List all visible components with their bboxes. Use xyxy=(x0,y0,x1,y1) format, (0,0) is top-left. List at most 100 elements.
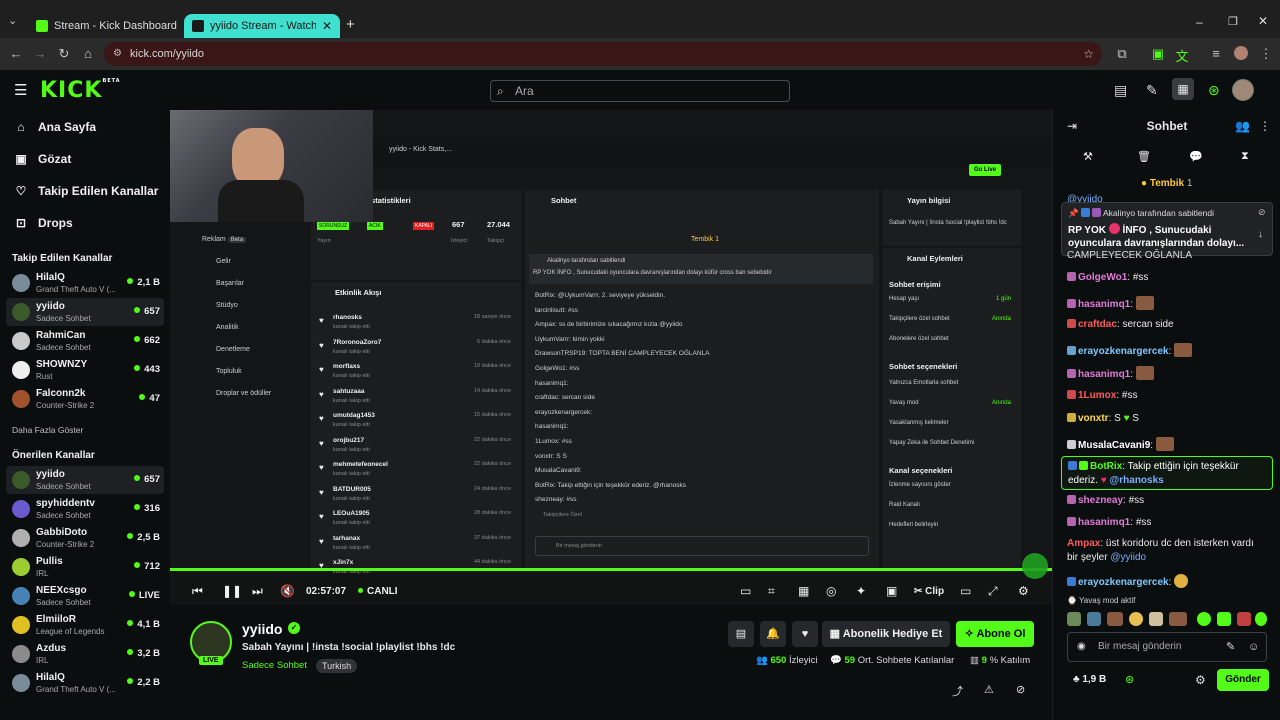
chat-username[interactable]: hasanimq1 xyxy=(1078,517,1130,528)
timer-icon[interactable]: ⧗ xyxy=(1241,150,1249,163)
chat-username[interactable]: hasanimq1 xyxy=(1078,299,1130,310)
stats-icon[interactable]: ▦ xyxy=(798,584,809,598)
extensions-icon[interactable]: ⧉ xyxy=(1114,46,1130,62)
miniplayer-icon[interactable]: ▣ xyxy=(886,584,897,598)
emote-icon[interactable] xyxy=(1087,612,1101,626)
sidebar-channel-yyiido[interactable]: yyiido Sadece Sohbet 657 xyxy=(6,298,164,326)
forward-icon[interactable]: → xyxy=(32,46,48,61)
bot-username[interactable]: BotRix xyxy=(1090,461,1122,472)
sync-icon[interactable]: ◎ xyxy=(826,584,836,598)
video-progress-bar[interactable] xyxy=(170,568,1052,571)
camera-icon[interactable]: ▭ xyxy=(740,584,751,598)
close-window-icon[interactable]: ✕ xyxy=(1258,14,1268,28)
user-avatar[interactable] xyxy=(1232,79,1254,101)
sidebar-channel-rahmican[interactable]: RahmiCan Sadece Sohbet 662 xyxy=(6,327,164,355)
kick-coin-icon[interactable]: ⊛ xyxy=(1208,82,1220,99)
chat-bubble-icon[interactable]: 💬 xyxy=(1189,150,1203,163)
chat-username[interactable]: hasanimq1 xyxy=(1078,369,1130,380)
expand-pinned-icon[interactable]: ↓ xyxy=(1258,229,1263,240)
sidebar-channel-gabbidoto[interactable]: GabbiDoto Counter-Strike 2 2,5 B xyxy=(6,524,164,552)
share-icon[interactable]: ⤴ xyxy=(952,683,963,699)
nav-drops[interactable]: ⊡ Drops xyxy=(14,216,73,230)
forward-icon[interactable]: ⏭ xyxy=(252,584,263,599)
sidebar-channel-azdus[interactable]: Azdus IRL 3,2 B xyxy=(6,640,164,668)
sidebar-channel-elmiilor[interactable]: ElmiiloR League of Legends 4,1 B xyxy=(6,611,164,639)
restore-icon[interactable]: ❐ xyxy=(1228,15,1238,28)
rewind-icon[interactable]: ⏮ xyxy=(192,584,203,599)
follow-heart-icon[interactable]: ♥ xyxy=(792,621,818,647)
emote-icon[interactable] xyxy=(1217,612,1231,626)
mod-hammer-icon[interactable]: ⚒ xyxy=(1083,150,1093,163)
creator-icon[interactable]: ✎ xyxy=(1146,82,1158,99)
dashboard-icon[interactable]: ▤ xyxy=(1114,82,1127,99)
chat-username[interactable]: shezneay xyxy=(1078,495,1123,506)
kick-logo[interactable]: KICKBETA xyxy=(40,78,121,103)
site-info-icon[interactable]: ⚙ xyxy=(113,42,122,66)
search-input[interactable]: ⌕ Ara xyxy=(490,80,790,102)
emote-icon[interactable] xyxy=(1107,612,1123,626)
tab-yyiido-stream[interactable]: yyiido Stream - Watch Live on Kick ✕ xyxy=(184,14,340,38)
new-tab-button[interactable]: + xyxy=(346,16,355,33)
emote-icon[interactable] xyxy=(1237,612,1251,626)
url-field[interactable]: ⚙ kick.com/yyiido ☆ xyxy=(104,42,1102,66)
chat-username[interactable]: Ampax xyxy=(1067,538,1100,549)
sidebar-channel-shownzy[interactable]: SHOWNZY Rust 443 xyxy=(6,356,164,384)
theater-icon[interactable]: ▭ xyxy=(960,584,971,598)
minimize-icon[interactable]: – xyxy=(1196,15,1203,29)
translate-icon[interactable]: 文 xyxy=(1174,46,1190,65)
delete-icon[interactable]: 🗑 xyxy=(1137,150,1151,163)
unpin-icon[interactable]: ⊘ xyxy=(1258,207,1266,218)
hamburger-menu-icon[interactable]: ☰ xyxy=(14,81,27,99)
reload-icon[interactable]: ↻ xyxy=(56,46,72,62)
sidebar-channel-spyhiddentv[interactable]: spyhiddentv Sadece Sohbet 316 xyxy=(6,495,164,523)
emote-icon[interactable] xyxy=(1149,612,1163,626)
chat-users-icon[interactable]: 👥 xyxy=(1235,119,1250,133)
report-icon[interactable]: ⚠ xyxy=(984,683,994,696)
browser-menu-icon[interactable]: ⋮ xyxy=(1258,46,1274,62)
sidebar-channel-falconn2k[interactable]: Falconn2k Counter-Strike 2 47 xyxy=(6,385,164,413)
chat-send-button[interactable]: Gönder xyxy=(1217,669,1269,691)
subscribe-button[interactable]: ✧ Abone Ol xyxy=(956,621,1034,647)
sidebar-channel-pullis[interactable]: Pullis IRL 712 xyxy=(6,553,164,581)
sparkle-icon[interactable]: ✦ xyxy=(856,584,866,598)
dashboard-button[interactable]: ▤ xyxy=(728,621,754,647)
progress-scrubber[interactable] xyxy=(1022,553,1048,579)
kick-points-icon[interactable]: ⊛ xyxy=(1125,673,1134,686)
emote-icon[interactable] xyxy=(1197,612,1211,626)
mute-icon[interactable]: 🔇 xyxy=(280,584,295,598)
back-icon[interactable]: ← xyxy=(8,46,24,61)
sidebar-channel-neexcsgo[interactable]: NEEXcsgo Sadece Sohbet LIVE xyxy=(6,582,164,610)
chat-username[interactable]: MusalaCavani9 xyxy=(1078,440,1150,451)
chat-username[interactable]: erayozkenargercek xyxy=(1078,346,1169,357)
chat-menu-icon[interactable]: ⋮ xyxy=(1259,119,1271,133)
emote-icon[interactable] xyxy=(1067,612,1081,626)
show-more-link[interactable]: Daha Fazla Göster xyxy=(12,425,83,435)
sidebar-channel-hilalq[interactable]: HilalQ Grand Theft Auto V (... 2,2 B xyxy=(6,669,164,697)
nav-browse[interactable]: ▣ Gözat xyxy=(14,152,71,166)
fullscreen-icon[interactable]: ⤢ xyxy=(988,584,998,599)
profile-avatar-icon[interactable] xyxy=(1234,46,1248,60)
tab-kick-dashboard[interactable]: Stream - Kick Dashboard ✕ xyxy=(28,14,182,38)
hide-icon[interactable]: ⊘ xyxy=(1016,683,1025,696)
extension-green-icon[interactable]: ▣ xyxy=(1150,46,1166,62)
crop-icon[interactable]: ⌗ xyxy=(768,584,775,599)
bookmark-star-icon[interactable]: ☆ xyxy=(1083,42,1094,66)
gift-subscription-button[interactable]: ▦ Abonelik Hediye Et xyxy=(822,621,950,647)
emote-icon[interactable] xyxy=(1169,612,1187,626)
layout-toggle-icon[interactable]: ▦ xyxy=(1172,78,1194,100)
media-icon[interactable]: ≡ xyxy=(1208,46,1224,61)
chat-username[interactable]: erayozkenargercek xyxy=(1078,577,1169,588)
stream-tag[interactable]: Turkish xyxy=(316,659,358,673)
chat-username[interactable]: 1Lumox xyxy=(1078,390,1116,401)
channel-name[interactable]: yyiido xyxy=(242,621,282,637)
pause-icon[interactable]: ❚❚ xyxy=(222,584,242,598)
chat-message-input[interactable]: ◉ Bir mesaj gönderin ✎ ☺ xyxy=(1067,632,1267,662)
emote-icon[interactable] xyxy=(1255,612,1267,626)
close-tab-icon[interactable]: ✕ xyxy=(322,19,332,33)
emote-picker-kick-icon[interactable]: ✎ xyxy=(1226,633,1235,661)
chat-mention[interactable]: @yyiido xyxy=(1110,552,1146,563)
chat-settings-gear-icon[interactable]: ⚙ xyxy=(1195,673,1206,687)
notifications-bell-icon[interactable]: 🔔 xyxy=(760,621,786,647)
chat-username[interactable]: GolgeWo1 xyxy=(1078,272,1127,283)
settings-gear-icon[interactable]: ⚙ xyxy=(1018,584,1029,598)
